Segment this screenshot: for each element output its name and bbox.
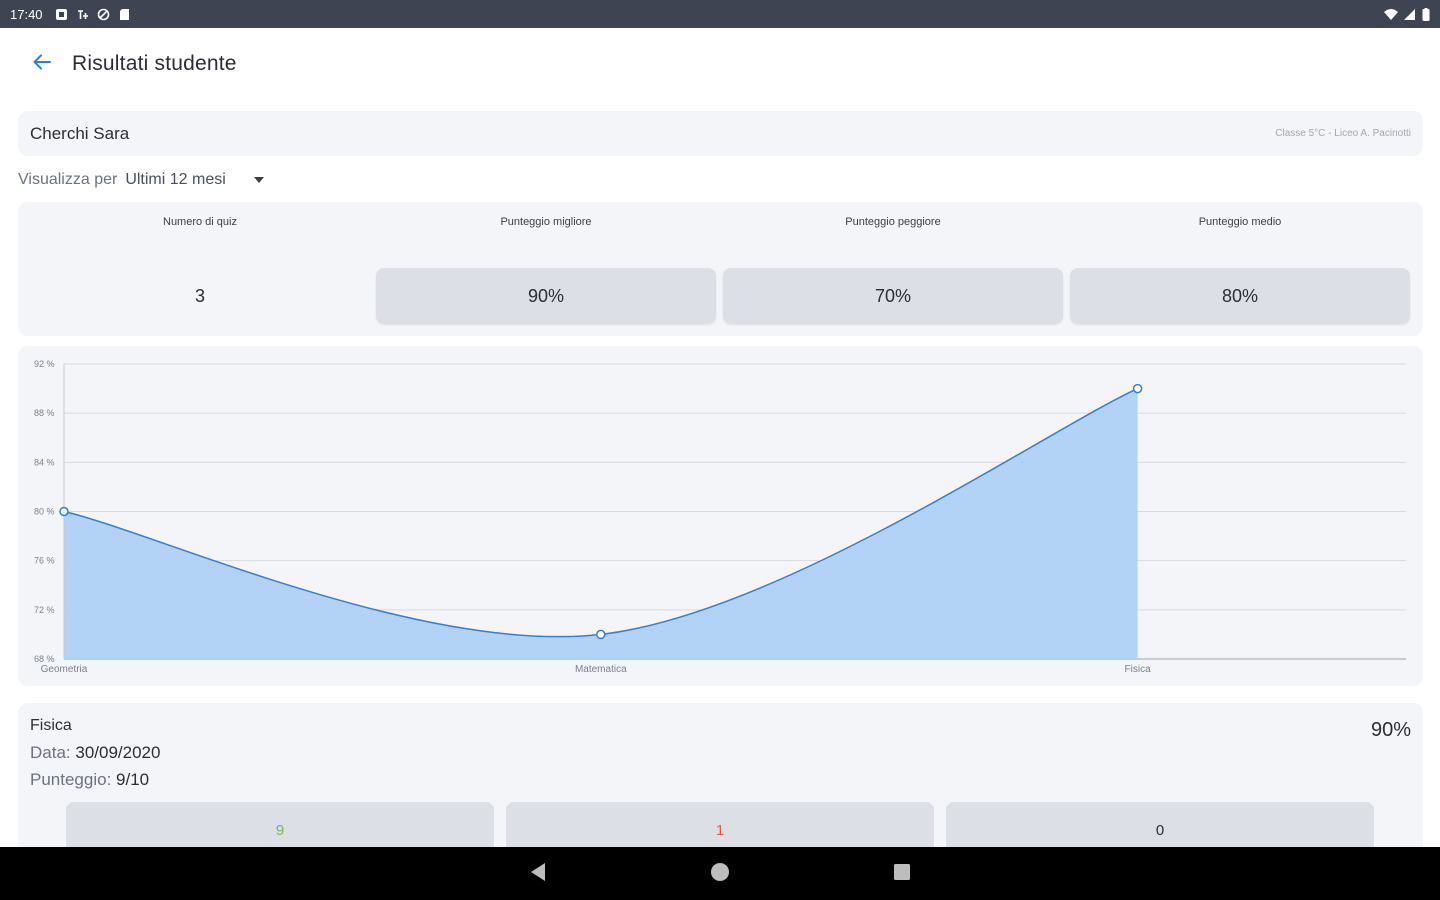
area-fill xyxy=(64,388,1138,659)
dropdown-arrow-icon[interactable] xyxy=(253,177,264,183)
battery-icon xyxy=(1422,7,1430,21)
stat-label: Punteggio medio xyxy=(1198,216,1282,228)
y-tick-label: 80 % xyxy=(34,507,55,517)
navigation-bar xyxy=(0,847,1440,900)
score-chart-svg: 68 % 72 % 76 % 80 % 84 % 88 % 92 % Geometria Mat… xyxy=(34,359,1406,675)
wifi-icon xyxy=(1384,8,1398,21)
nav-home-button[interactable] xyxy=(707,861,733,887)
circle-home-icon xyxy=(710,862,730,887)
filter-label: Visualizza per xyxy=(18,171,118,188)
nav-back-button[interactable] xyxy=(525,861,551,887)
quiz-points-value: 9/10 xyxy=(116,770,150,789)
status-bar: 17:40 xyxy=(0,0,1440,28)
quiz-card[interactable]: Fisica 90% Data: 30/09/2020 Punteggio: 9… xyxy=(18,703,1423,863)
x-tick-label: Matematica xyxy=(575,664,627,675)
stat-label: Numero di quiz xyxy=(163,216,237,228)
score-chart: 68 % 72 % 76 % 80 % 84 % 88 % 92 % Geometria Mat… xyxy=(18,346,1423,686)
y-tick-label: 84 % xyxy=(34,457,55,467)
stat-value: 70% xyxy=(723,268,1063,324)
sync-icon xyxy=(97,8,110,21)
y-tick-label: 68 % xyxy=(34,654,55,664)
y-tick-label: 76 % xyxy=(34,556,55,566)
status-time: 17:40 xyxy=(10,6,43,22)
square-recents-icon xyxy=(893,863,911,886)
network-icon xyxy=(76,8,89,21)
y-tick-label: 72 % xyxy=(34,605,55,615)
quiz-points-label: Punteggio: xyxy=(30,770,112,789)
student-class: Classe 5°C - Liceo A. Pacinotti xyxy=(1275,128,1411,139)
back-button[interactable] xyxy=(22,44,62,84)
stat-best-score: Punteggio migliore 90% xyxy=(376,202,716,336)
app-bar: Risultati studente xyxy=(0,28,1440,100)
data-point xyxy=(59,506,69,517)
quiz-points: Punteggio: 9/10 xyxy=(30,770,149,790)
x-tick-label: Fisica xyxy=(1125,664,1152,675)
stats-card: Numero di quiz 3 Punteggio migliore 90% … xyxy=(18,202,1423,336)
data-point xyxy=(1132,383,1143,394)
y-tick-label: 92 % xyxy=(34,359,55,369)
stat-value: 3 xyxy=(194,285,205,306)
triangle-back-icon xyxy=(529,862,547,887)
quiz-date: Data: 30/09/2020 xyxy=(30,743,160,763)
app-icon xyxy=(55,8,68,21)
data-point xyxy=(596,629,606,640)
stat-label: Punteggio peggiore xyxy=(845,216,941,228)
stat-worst-score: Punteggio peggiore 70% xyxy=(723,202,1063,336)
student-card: Cherchi Sara Classe 5°C - Liceo A. Pacin… xyxy=(18,111,1423,156)
quiz-score: 90% xyxy=(1370,719,1411,741)
stat-label: Punteggio migliore xyxy=(500,216,592,228)
period-filter[interactable]: Visualizza per Ultimi 12 mesi xyxy=(18,166,264,194)
quiz-date-value: 30/09/2020 xyxy=(75,743,161,762)
page-title: Risultati studente xyxy=(72,52,237,75)
arrow-back-icon xyxy=(31,51,53,78)
stat-quiz-count: Numero di quiz 3 xyxy=(28,202,372,336)
quiz-date-label: Data: xyxy=(30,743,71,762)
signal-icon xyxy=(1403,8,1416,21)
stat-average-score: Punteggio medio 80% xyxy=(1070,202,1410,336)
x-tick-label: Geometria xyxy=(41,664,88,675)
student-name: Cherchi Sara xyxy=(30,123,130,143)
stat-value: 80% xyxy=(1070,268,1410,324)
sd-card-icon xyxy=(118,8,131,21)
y-tick-label: 88 % xyxy=(34,408,55,418)
stat-value: 90% xyxy=(376,268,716,324)
filter-value[interactable]: Ultimi 12 mesi xyxy=(125,171,225,189)
nav-recents-button[interactable] xyxy=(889,861,915,887)
quiz-subject: Fisica xyxy=(30,717,72,734)
